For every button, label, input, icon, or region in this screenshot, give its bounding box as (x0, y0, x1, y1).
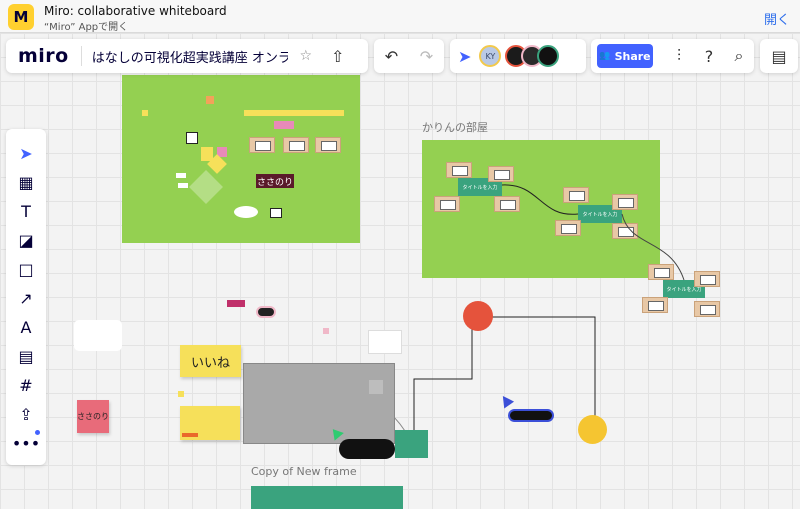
sticky-iine[interactable]: いいね (180, 345, 241, 377)
star-icon[interactable]: ☆ (296, 48, 316, 64)
sticky-note-tool[interactable]: ◪ (6, 226, 46, 255)
orange-strip[interactable] (182, 433, 198, 437)
redo-icon[interactable]: ↷ (420, 47, 433, 66)
history-controls: ↶ ↷ (374, 39, 444, 73)
small-sticky[interactable] (178, 391, 184, 397)
shape-tool[interactable]: □ (6, 255, 46, 284)
pen-tool[interactable]: A (6, 313, 46, 342)
avatar[interactable]: KY (479, 45, 502, 67)
search-icon[interactable]: ⌕ (725, 46, 753, 66)
white-card[interactable] (74, 320, 122, 351)
board-header: miro はなしの可視化超実践講座 オンライ… ☆ ⇧ (6, 39, 368, 73)
comment-tool[interactable]: ▤ (6, 342, 46, 371)
collaborator-avatars[interactable] (505, 45, 560, 67)
avatar[interactable] (537, 45, 560, 67)
select-tool[interactable]: ➤ (6, 139, 46, 168)
banner-subtitle: “Miro” Appで開く (44, 22, 129, 33)
share-button[interactable]: 👥 Share (597, 44, 653, 68)
frame-label-copy: Copy of New frame (251, 465, 357, 478)
small-pink-square[interactable] (323, 328, 329, 334)
miro-app-icon: M (8, 4, 34, 30)
upload-icon[interactable]: ⇧ (326, 47, 350, 66)
banner-open-link[interactable]: 開く (764, 9, 790, 28)
templates-tool[interactable]: ▦ (6, 168, 46, 197)
pill-sticker[interactable] (256, 306, 276, 318)
share-label: Share (614, 49, 651, 63)
board-name[interactable]: はなしの可視化超実践講座 オンライ… (92, 47, 288, 66)
pink-tag[interactable] (227, 300, 245, 307)
undo-icon[interactable]: ↶ (385, 47, 398, 66)
teal-box[interactable] (395, 430, 428, 458)
users-icon: 👥 (599, 51, 611, 61)
share-bar: 👥 Share ⫶ ? ⌕ (591, 39, 754, 73)
text-tool[interactable]: T (6, 197, 46, 226)
collaborators-bar: ➤ KY (450, 39, 586, 73)
sticky-sasanori[interactable]: ささのり (77, 400, 109, 433)
gray-image-frame[interactable] (243, 363, 395, 444)
app-banner: M Miro: collaborative whiteboard “Miro” … (0, 0, 800, 33)
red-circle[interactable] (463, 301, 493, 331)
miro-logo[interactable]: miro (18, 45, 69, 67)
redacted-blob[interactable] (339, 439, 395, 459)
cursor-name-tag (508, 409, 554, 422)
frame-copy[interactable] (251, 486, 403, 509)
notes-panel: ▤ (760, 39, 798, 73)
more-tool[interactable]: ••• (6, 429, 46, 458)
whiteboard-canvas[interactable]: ささのり かりんの部屋 タイトルを入力 タイトルを入力 タイトルを入力 いいね … (0, 33, 800, 509)
divider (80, 46, 82, 66)
notification-dot (35, 430, 40, 435)
banner-title: Miro: collaborative whiteboard (44, 4, 227, 18)
gray-inner-square[interactable] (369, 380, 383, 394)
cursor-filter-icon[interactable]: ➤ (458, 47, 471, 66)
upload-tool[interactable]: ⇪ (6, 400, 46, 429)
creation-toolbar: ➤ ▦ T ◪ □ ↗ A ▤ # ⇪ ••• (6, 129, 46, 465)
help-icon[interactable]: ? (695, 47, 723, 66)
image-collage[interactable] (368, 330, 402, 354)
yellow-circle[interactable] (578, 415, 607, 444)
frame-tool[interactable]: # (6, 371, 46, 400)
settings-sliders-icon[interactable]: ⫶ (665, 46, 693, 66)
arrow-tool[interactable]: ↗ (6, 284, 46, 313)
notes-icon[interactable]: ▤ (771, 47, 786, 66)
